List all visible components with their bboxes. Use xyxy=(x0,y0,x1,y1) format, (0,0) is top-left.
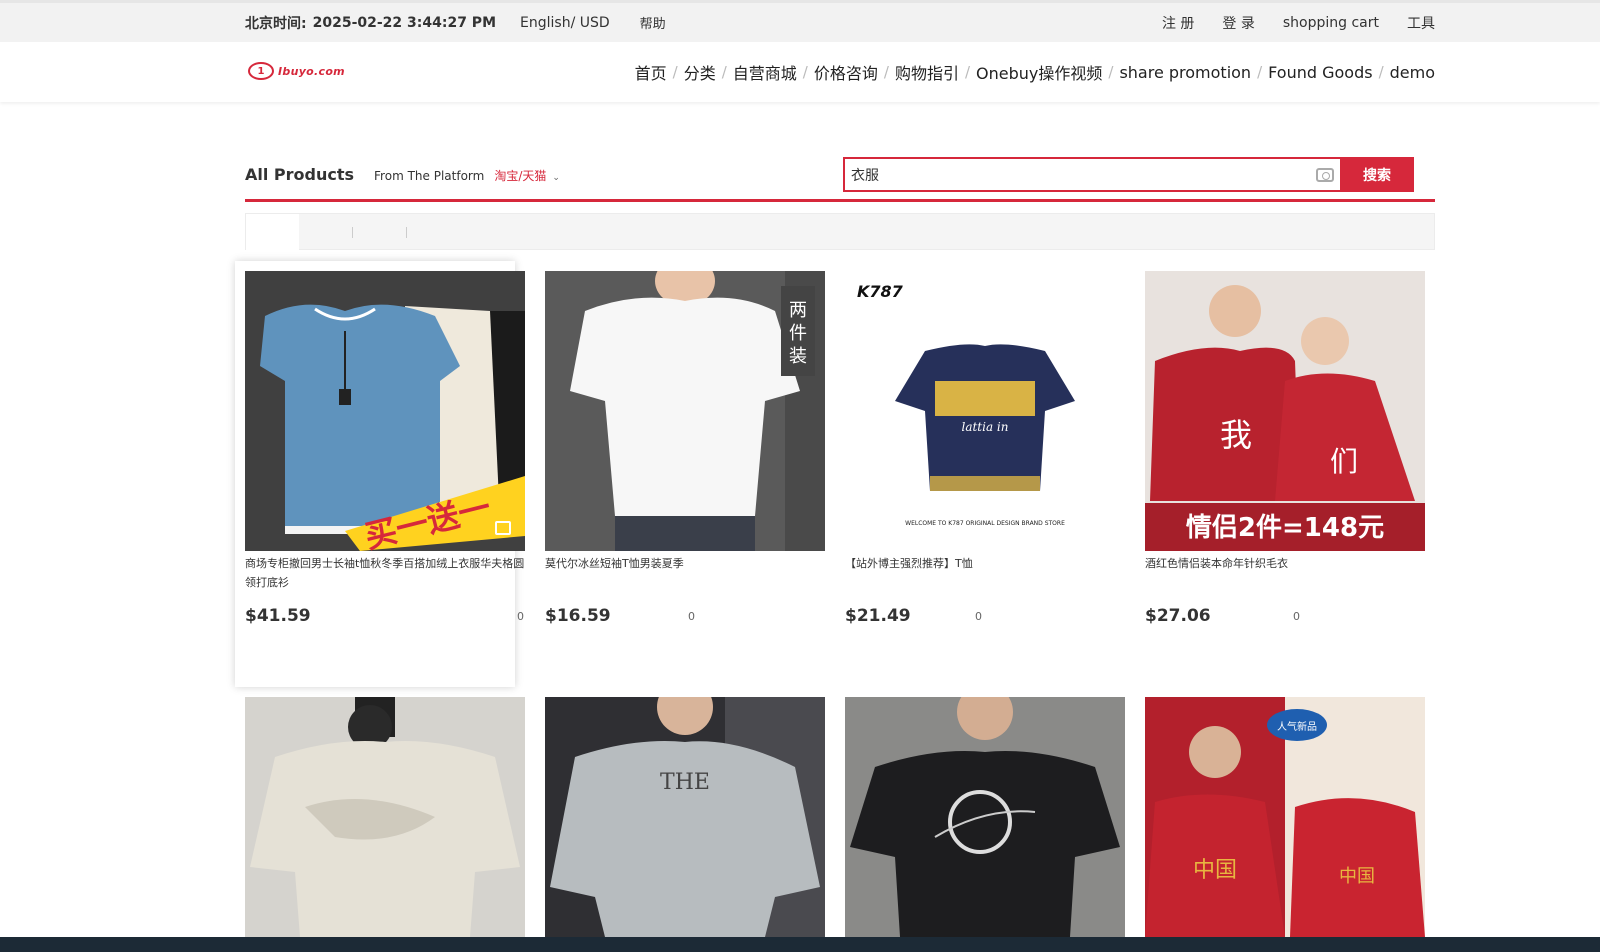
product-card[interactable]: THE xyxy=(545,697,825,937)
product-title[interactable]: 莫代尔冰丝短袖T恤男装夏季 xyxy=(545,554,825,573)
image-search-icon[interactable] xyxy=(495,521,511,535)
platform-label: From The Platform xyxy=(374,169,485,183)
sort-bar xyxy=(245,213,1435,251)
main-nav: 首页 / 分类 / 自营商城 / 价格咨询 / 购物指引 / Onebuy操作视… xyxy=(635,60,1435,84)
product-image[interactable]: 人气新品 中国 中国 xyxy=(1145,697,1425,937)
product-sold-count: 0 xyxy=(1293,610,1300,623)
product-overlay-text: 两 xyxy=(789,300,807,321)
help-link[interactable]: 帮助 xyxy=(640,13,666,32)
product-title[interactable]: 商场专柜撤回男士长袖t恤秋冬季百搭加绒上衣服华夫格圆领打底衫 xyxy=(245,554,525,592)
shopping-cart-link[interactable]: shopping cart xyxy=(1283,15,1379,31)
product-overlay-text: K787 xyxy=(857,282,904,301)
bottom-bar xyxy=(0,937,1600,952)
product-overlay-text: 人气新品 xyxy=(1277,720,1317,733)
beijing-time-value: 2025-02-22 3:44:27 PM xyxy=(312,14,497,31)
search-bar: 搜索 xyxy=(843,157,1414,192)
search-input[interactable] xyxy=(851,166,1316,183)
product-overlay-text: 件 xyxy=(789,323,807,344)
product-image[interactable]: K787 lattia in WELCOME TO K787 ORIGINAL … xyxy=(845,271,1125,551)
product-overlay-text: lattia in xyxy=(961,420,1008,434)
product-overlay-text: 情侣2件=148元 xyxy=(1186,513,1384,543)
product-filter: All Products From The Platform 淘宝/天猫 ⌄ xyxy=(245,165,560,184)
nav-onebuy-video[interactable]: Onebuy操作视频 xyxy=(976,60,1102,84)
nav-separator: / xyxy=(883,63,889,81)
product-card[interactable] xyxy=(245,697,525,937)
product-image[interactable]: 两 件 装 xyxy=(545,271,825,551)
product-overlay-text: 我 xyxy=(1220,416,1252,454)
nav-home[interactable]: 首页 xyxy=(635,60,667,84)
product-image[interactable] xyxy=(845,697,1125,937)
product-title[interactable]: 【站外博主强烈推荐】T恤 xyxy=(845,554,1125,573)
product-overlay-text: WELCOME TO K787 ORIGINAL DESIGN BRAND ST… xyxy=(905,520,1065,527)
sort-option-active[interactable] xyxy=(246,214,299,251)
product-price: $21.49 xyxy=(845,606,911,626)
product-image[interactable]: THE xyxy=(545,697,825,937)
product-overlay-text: 中国 xyxy=(1339,866,1375,887)
nav-separator: / xyxy=(802,63,808,81)
search-box xyxy=(843,157,1340,192)
product-card[interactable]: 人气新品 中国 中国 xyxy=(1145,697,1425,937)
product-overlay-text: 们 xyxy=(1330,445,1358,478)
nav-separator: / xyxy=(964,63,971,81)
product-image[interactable] xyxy=(245,697,525,937)
nav-found-goods[interactable]: Found Goods xyxy=(1268,63,1372,82)
nav-separator: / xyxy=(1108,63,1114,81)
all-products-tab[interactable]: All Products xyxy=(245,165,354,184)
login-link[interactable]: 登 录 xyxy=(1222,13,1254,33)
search-button[interactable]: 搜索 xyxy=(1340,157,1414,192)
product-card[interactable]: 买一送一 商场专柜撤回男士长袖t恤秋冬季百搭加绒上衣服华夫格圆领打底衫 $41.… xyxy=(235,261,525,687)
nav-separator: / xyxy=(1257,63,1263,81)
product-sold-count: 0 xyxy=(688,610,695,623)
chevron-down-icon[interactable]: ⌄ xyxy=(552,173,560,183)
product-image[interactable]: 买一送一 xyxy=(245,271,525,551)
nav-shopping-guide[interactable]: 购物指引 xyxy=(895,60,959,84)
site-header: 1 Ibuyo.com 首页 / 分类 / 自营商城 / 价格咨询 / 购物指引… xyxy=(0,42,1600,102)
product-price: $16.59 xyxy=(545,606,611,626)
logo-text: Ibuyo.com xyxy=(278,64,345,78)
product-overlay-text: THE xyxy=(660,770,710,795)
logo-mark-icon: 1 xyxy=(248,62,274,80)
site-logo[interactable]: 1 Ibuyo.com xyxy=(248,62,345,80)
product-card[interactable]: 两 件 装 莫代尔冰丝短袖T恤男装夏季 $16.59 0 xyxy=(545,271,825,631)
product-overlay-text: 中国 xyxy=(1193,858,1237,883)
tools-link[interactable]: 工具 xyxy=(1407,13,1435,33)
nav-share-promotion[interactable]: share promotion xyxy=(1119,63,1251,82)
product-sold-count: 0 xyxy=(517,610,524,623)
nav-separator: / xyxy=(721,63,727,81)
nav-category[interactable]: 分类 xyxy=(684,60,716,84)
sort-divider xyxy=(406,227,407,238)
search-underline xyxy=(245,199,1435,202)
product-card[interactable] xyxy=(845,697,1125,937)
nav-separator: / xyxy=(672,63,678,81)
product-title[interactable]: 酒红色情侣装本命年针织毛衣 xyxy=(1145,554,1425,573)
beijing-time-label: 北京时间: xyxy=(245,15,307,32)
sort-divider xyxy=(352,227,353,238)
nav-price-inquiry[interactable]: 价格咨询 xyxy=(814,60,878,84)
platform-select[interactable]: 淘宝/天猫 xyxy=(494,167,546,184)
product-sold-count: 0 xyxy=(975,610,982,623)
nav-separator: / xyxy=(1378,63,1384,81)
nav-self-mall[interactable]: 自营商城 xyxy=(733,60,797,84)
top-bar: 北京时间: 2025-02-22 3:44:27 PM English/ USD… xyxy=(0,0,1600,42)
product-price: $27.06 xyxy=(1145,606,1211,626)
product-image[interactable]: 我 们 情侣2件=148元 xyxy=(1145,271,1425,551)
nav-demo[interactable]: demo xyxy=(1390,63,1435,82)
product-card[interactable]: K787 lattia in WELCOME TO K787 ORIGINAL … xyxy=(845,271,1125,631)
camera-icon[interactable] xyxy=(1316,167,1334,182)
language-currency-link[interactable]: English/ USD xyxy=(520,15,610,31)
product-card[interactable]: 我 们 情侣2件=148元 酒红色情侣装本命年针织毛衣 $27.06 0 xyxy=(1145,271,1425,631)
product-overlay-text: 装 xyxy=(789,346,807,367)
register-link[interactable]: 注 册 xyxy=(1162,13,1194,33)
product-price: $41.59 xyxy=(245,606,311,626)
